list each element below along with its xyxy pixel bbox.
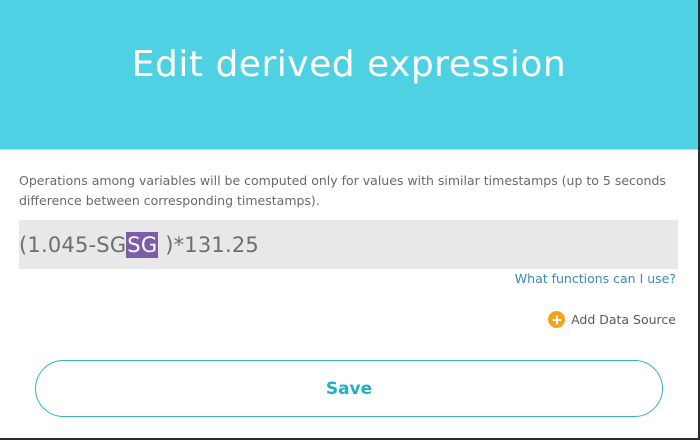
add-data-source-label: Add Data Source xyxy=(571,312,676,327)
expression-input[interactable]: (1.045-SGSG )*131.25 xyxy=(19,220,678,269)
edit-derived-expression-dialog: Edit derived expression Operations among… xyxy=(0,0,700,440)
save-button-label: Save xyxy=(325,378,373,399)
save-button[interactable]: Save xyxy=(35,360,663,417)
dialog-description: Operations among variables will be compu… xyxy=(19,173,666,208)
expression-text-after: )*131.25 xyxy=(158,232,259,257)
dialog-title: Edit derived expression xyxy=(131,44,567,85)
plus-circle-icon xyxy=(548,311,566,328)
expression-variable-token[interactable]: SG xyxy=(126,231,159,258)
expression-text: (1.045-SGSG )*131.25 xyxy=(19,231,259,258)
functions-help-link[interactable]: What functions can I use? xyxy=(515,271,676,286)
expression-text-before: (1.045-SG xyxy=(19,232,127,257)
add-data-source-button[interactable]: Add Data Source xyxy=(548,311,676,328)
dialog-header: Edit derived expression xyxy=(0,0,698,150)
